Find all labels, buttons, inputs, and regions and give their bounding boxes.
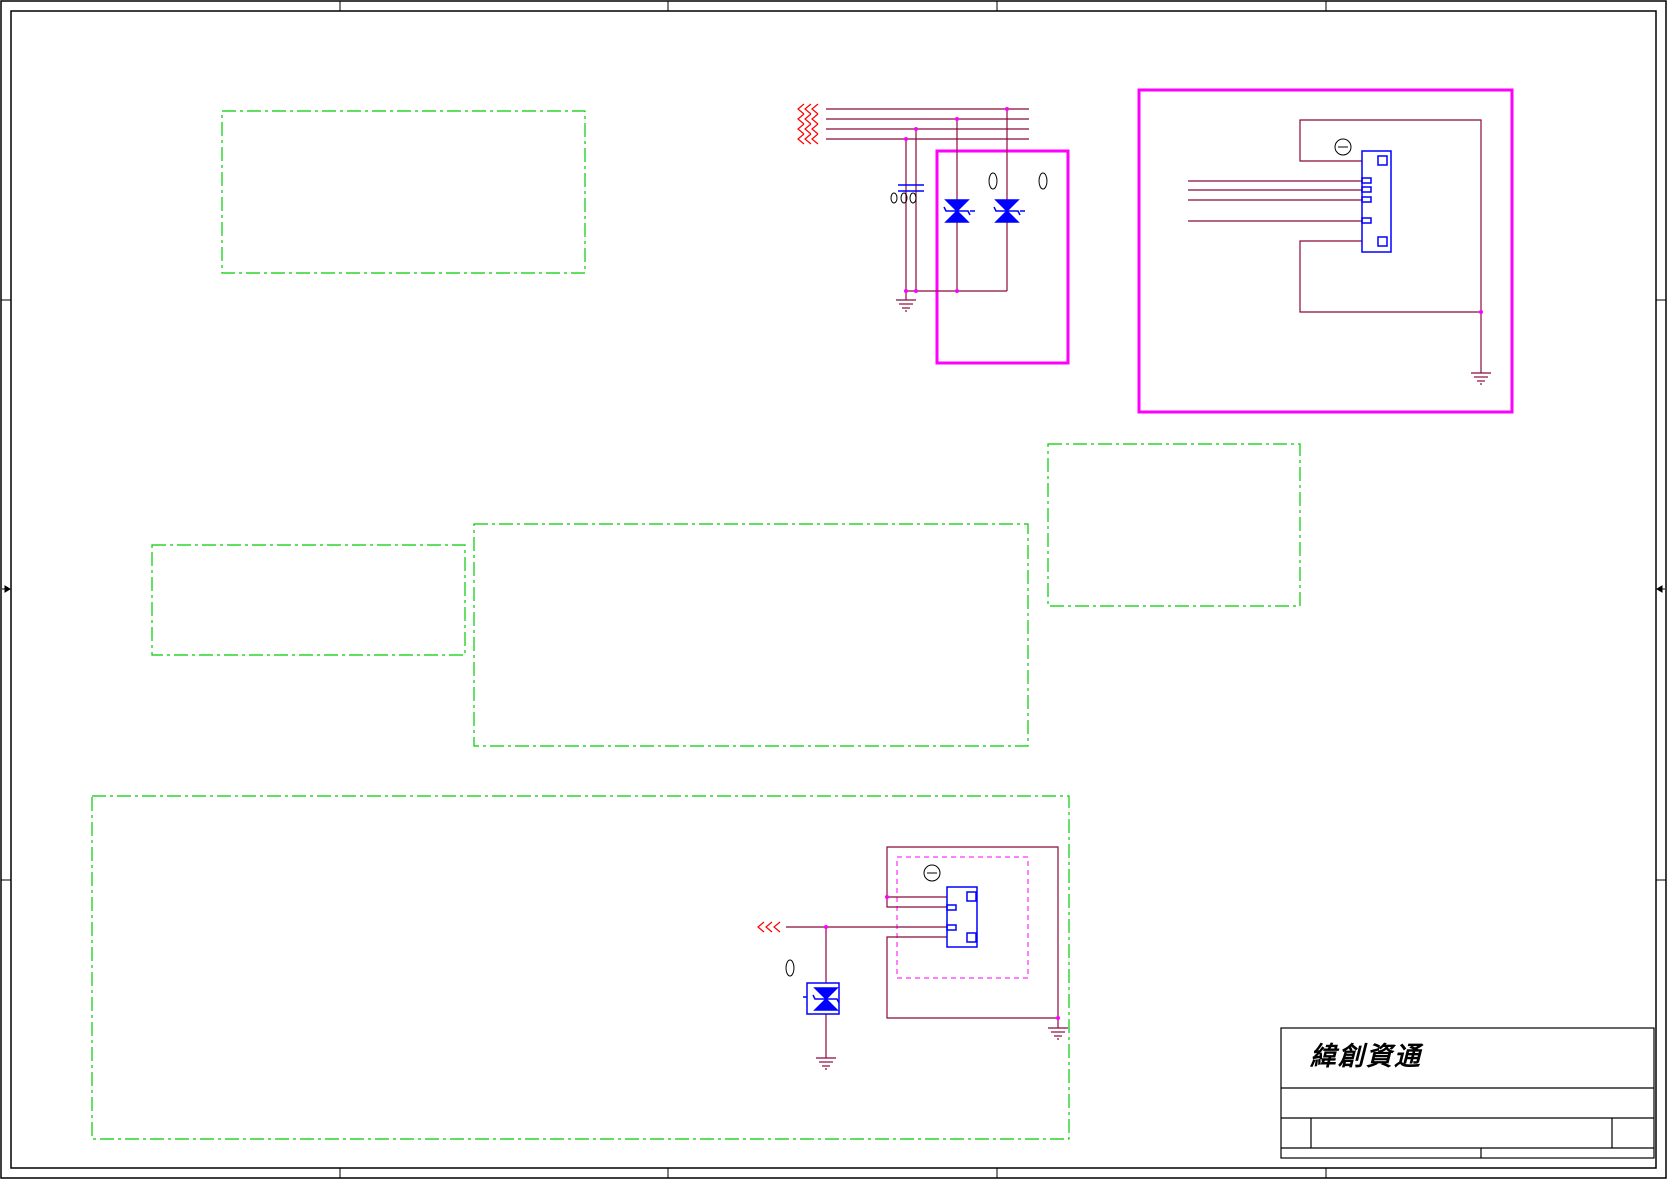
ground-icon [816, 1057, 836, 1070]
junction-dot [1479, 310, 1483, 314]
ground-icon [1471, 372, 1491, 385]
tvs-ref-mark [785, 959, 795, 977]
net-label-arrows [797, 103, 819, 145]
ground-icon [1048, 1027, 1068, 1040]
note-boxes [91, 110, 1301, 1140]
connector-group-box [1137, 88, 1514, 414]
top-bus-wires [826, 108, 1029, 300]
connector-wires [1188, 119, 1482, 373]
ground-icon [896, 299, 916, 312]
tvs-diode-icon [993, 199, 1025, 223]
note-box-1 [221, 110, 586, 274]
note-box-2 [1047, 443, 1301, 607]
tvs-diode-icon [943, 199, 975, 223]
center-arrow-left-icon [2, 585, 11, 593]
capacitor-ref-marks [890, 192, 917, 204]
note-box-3 [151, 544, 466, 656]
connector-ref-mark [923, 864, 941, 882]
schematic-sheet [0, 0, 1667, 1179]
sheet-border [0, 0, 1667, 1179]
connector-icon [1361, 150, 1392, 253]
connector-icon [946, 886, 978, 948]
bottom-wires [786, 846, 1059, 1058]
company-name: 緯創資通 [1310, 1042, 1423, 1072]
connector-ref-mark [1334, 138, 1352, 156]
zone-ticks [1, 1, 1666, 1178]
net-label-arrows [757, 921, 781, 933]
connector-inner-dashed-box [896, 856, 1029, 979]
capacitor-icon [898, 184, 924, 192]
center-arrow-right-icon [1656, 585, 1665, 593]
tvs-diode-icon [803, 982, 840, 1015]
tvs-ref-marks [988, 172, 1048, 190]
note-box-4 [473, 523, 1029, 747]
junction-dots [824, 895, 1060, 1020]
